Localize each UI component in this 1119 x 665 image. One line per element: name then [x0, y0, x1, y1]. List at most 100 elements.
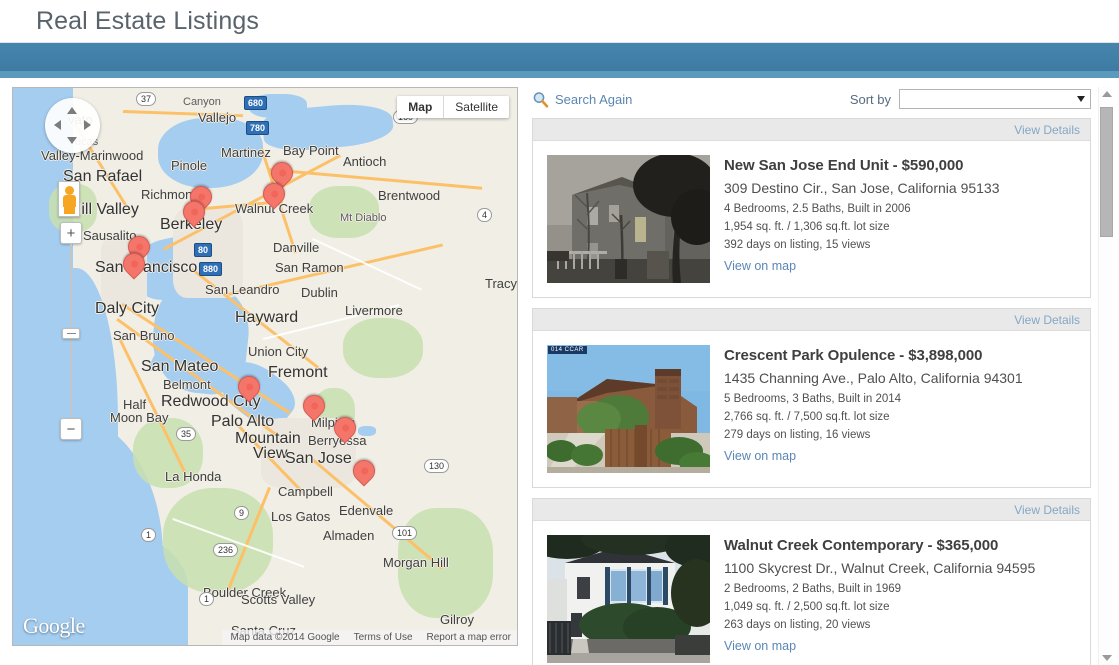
google-logo: Google — [23, 613, 85, 638]
map-type-satellite-button[interactable]: Satellite — [444, 96, 509, 118]
listing-stats: 392 days on listing, 15 views — [724, 239, 871, 251]
listing-address: 1435 Channing Ave., Palo Alto, Californi… — [724, 370, 1023, 386]
map-route-shield: 1 — [141, 528, 157, 542]
listing-card-header: View Details — [533, 119, 1090, 141]
zoom-slider-handle[interactable] — [62, 328, 80, 339]
listing-address: 1100 Skycrest Dr., Walnut Creek, Califor… — [724, 560, 1036, 576]
listing-photo[interactable] — [547, 535, 710, 663]
map-route-shield: 4 — [477, 208, 493, 222]
view-details-link[interactable]: View Details — [1014, 313, 1080, 327]
listing-scroll-area[interactable]: View Details New San Jose End Unit - $59… — [532, 118, 1113, 665]
sort-by-group: Sort by — [850, 89, 1091, 109]
map-route-shield: 780 — [246, 121, 270, 135]
map-data-attribution: Map data ©2014 Google — [230, 632, 340, 643]
map-route-shield: 80 — [194, 243, 213, 257]
listing-beds-baths: 4 Bedrooms, 2.5 Baths, Built in 2006 — [724, 203, 911, 215]
listing-size: 1,954 sq. ft. / 1,306 sq.ft. lot size — [724, 221, 890, 233]
listing-stats: 263 days on listing, 20 views — [724, 619, 871, 631]
listing-card-body: New San Jose End Unit - $590,000 309 Dest… — [533, 141, 1090, 297]
zoom-out-button[interactable]: − — [60, 418, 82, 440]
map-type-map-button[interactable]: Map — [397, 96, 445, 118]
listing-stats: 279 days on listing, 16 views — [724, 429, 871, 441]
pan-left-icon[interactable] — [54, 120, 61, 130]
photo-watermark: 014 CCAR — [548, 346, 587, 354]
map-zoom-control[interactable]: + − — [60, 222, 82, 440]
listing-title: New San Jose End Unit - $590,000 — [724, 157, 964, 174]
pan-down-icon[interactable] — [67, 137, 77, 144]
listing-toolbar: Search Again Sort by — [532, 87, 1113, 111]
listing-card[interactable]: View Details New San Jose End Unit - $59… — [532, 118, 1091, 298]
header-accent-bar — [0, 43, 1119, 71]
map-route-shield: 236 — [213, 543, 239, 557]
listing-title: Crescent Park Opulence - $3,898,000 — [724, 347, 983, 364]
scrollbar-thumb[interactable] — [1100, 107, 1113, 237]
map-attribution: Map data ©2014 Google Terms of Use Repor… — [222, 630, 517, 645]
search-again-label: Search Again — [555, 91, 633, 107]
header-accent-bar-light — [0, 71, 1119, 78]
chevron-down-icon — [1077, 96, 1085, 102]
listing-info: Crescent Park Opulence - $3,898,000 1435 … — [724, 345, 1078, 473]
listing-card[interactable]: View Details — [532, 308, 1091, 488]
page-title: Real Estate Listings — [36, 6, 259, 35]
listing-info: Walnut Creek Contemporary - $365,000 1100… — [724, 535, 1078, 663]
listing-info: New San Jose End Unit - $590,000 309 Dest… — [724, 155, 1078, 283]
chevron-up-icon — [1101, 91, 1112, 97]
listing-card-body: Walnut Creek Contemporary - $365,000 1100… — [533, 521, 1090, 665]
pan-up-icon[interactable] — [67, 107, 77, 114]
listing-card-header: View Details — [533, 499, 1090, 521]
listing-size: 1,049 sq. ft. / 2,500 sq.ft. lot size — [724, 601, 890, 613]
listing-address: 309 Destino Cir., San Jose, California 9… — [724, 180, 1000, 196]
map-route-shield: 35 — [176, 427, 197, 441]
listing-scrollbar[interactable] — [1098, 87, 1113, 665]
listing-card-header: View Details — [533, 309, 1090, 331]
search-icon — [532, 91, 549, 108]
view-on-map-link[interactable]: View on map — [724, 639, 796, 653]
listing-beds-baths: 5 Bedrooms, 3 Baths, Built in 2014 — [724, 393, 902, 405]
pegman-legs — [64, 207, 75, 214]
sort-by-select[interactable] — [899, 89, 1091, 109]
map-green-henry-coe — [398, 508, 493, 618]
pegman-head — [65, 186, 74, 195]
app-header: Real Estate Listings — [0, 0, 1119, 43]
map-panel[interactable]: CanyonvatoVallejoucasValley-MarinwoodMar… — [12, 87, 518, 646]
terms-of-use-link[interactable]: Terms of Use — [354, 632, 413, 643]
view-details-link[interactable]: View Details — [1014, 123, 1080, 137]
map-route-shield: 680 — [244, 96, 268, 110]
map-type-control[interactable]: Map Satellite — [397, 96, 509, 118]
map-route-shield: 1 — [199, 592, 215, 606]
listing-card-body: 014 CCAR Crescent Park Opulence - $3,898,… — [533, 331, 1090, 487]
main-content: CanyonvatoVallejoucasValley-MarinwoodMar… — [0, 78, 1119, 665]
sort-by-label: Sort by — [849, 91, 891, 107]
listing-title: Walnut Creek Contemporary - $365,000 — [724, 537, 999, 554]
map-route-shield: 9 — [234, 506, 250, 520]
listing-card[interactable]: View Details — [532, 498, 1091, 665]
map-route-shield: 130 — [424, 459, 450, 473]
view-on-map-link[interactable]: View on map — [724, 449, 796, 463]
map-green-diablo — [309, 186, 379, 238]
view-details-link[interactable]: View Details — [1014, 503, 1080, 517]
map-route-shield: 880 — [199, 262, 223, 276]
view-on-map-link[interactable]: View on map — [724, 259, 796, 273]
map-pan-control[interactable] — [45, 98, 100, 153]
scroll-down-button[interactable] — [1099, 651, 1114, 665]
map-route-shield: 101 — [392, 526, 418, 540]
map-canvas[interactable]: CanyonvatoVallejoucasValley-MarinwoodMar… — [13, 88, 517, 645]
listing-size: 2,766 sq. ft. / 7,500 sq.ft. lot size — [724, 411, 890, 423]
zoom-in-button[interactable]: + — [60, 222, 82, 244]
listing-photo[interactable] — [547, 155, 710, 283]
report-map-error-link[interactable]: Report a map error — [427, 632, 511, 643]
map-route-shield: 37 — [136, 92, 157, 106]
listing-panel: Search Again Sort by View Details New Sa… — [532, 87, 1113, 665]
map-green-east-hills — [343, 318, 423, 378]
street-view-pegman-icon[interactable] — [58, 181, 80, 217]
pegman-body — [63, 195, 76, 207]
scroll-up-button[interactable] — [1099, 87, 1114, 101]
listing-list: View Details New San Jose End Unit - $59… — [532, 118, 1091, 665]
map-water-reservoir-1 — [358, 426, 376, 436]
search-again-button[interactable]: Search Again — [532, 91, 632, 108]
pan-right-icon[interactable] — [84, 120, 91, 130]
map-green-santa-cruz — [163, 488, 273, 593]
chevron-down-icon — [1101, 655, 1112, 661]
listing-photo[interactable]: 014 CCAR — [547, 345, 710, 473]
listing-beds-baths: 2 Bedrooms, 2 Baths, Built in 1969 — [724, 583, 902, 595]
